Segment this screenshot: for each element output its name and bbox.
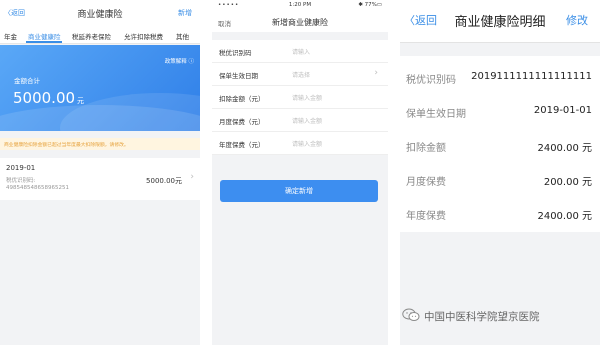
tab-deductible-taxes[interactable]: 允许扣除税费 bbox=[124, 31, 163, 41]
health-insurance-detail-screen: 〈返回 商业健康险明细 修改 税优识别码 2019111111111111111… bbox=[400, 0, 600, 345]
add-button[interactable]: 新增 bbox=[178, 8, 192, 18]
watermark: 中国中医科学院望京医院 bbox=[400, 305, 600, 327]
detail-key: 月度保费 bbox=[406, 177, 446, 188]
tab-health-insurance[interactable]: 商业健康险 bbox=[28, 31, 61, 41]
deduction-amount-field[interactable]: 扣除金额（元） 请输入金额 bbox=[212, 86, 388, 109]
field-label: 月度保费（元） bbox=[219, 118, 265, 126]
field-label: 保单生效日期 bbox=[219, 72, 258, 80]
status-bar: ••••• 1:20 PM ✱ 77%▭ bbox=[212, 0, 388, 12]
wechat-icon bbox=[402, 308, 420, 321]
total-amount-label: 金额合计 bbox=[14, 77, 40, 85]
detail-value: 2400.00 元 bbox=[537, 211, 592, 222]
detail-key: 税优识别码 bbox=[406, 75, 456, 86]
chevron-right-icon: › bbox=[374, 68, 378, 78]
detail-row-monthly-premium: 月度保费 200.00 元 bbox=[400, 164, 600, 194]
nav-bar: 取消 新增商业健康险 bbox=[212, 12, 388, 32]
policy-explanation-link[interactable]: 政策解释 ⓘ bbox=[165, 57, 194, 65]
annual-premium-field[interactable]: 年度保费（元） 请输入金额 bbox=[212, 132, 388, 155]
chevron-right-icon: › bbox=[190, 172, 194, 182]
battery-icon: ✱ 77%▭ bbox=[358, 2, 382, 8]
nav-bar: 〈返回 商业健康险 新增 bbox=[0, 0, 200, 28]
detail-key: 年度保费 bbox=[406, 211, 446, 222]
total-amount-number: 5000.00 bbox=[13, 89, 76, 107]
field-label: 扣除金额（元） bbox=[219, 95, 265, 103]
record-code-label: 税优识别码: bbox=[6, 178, 36, 184]
nav-bar: 〈返回 商业健康险明细 修改 bbox=[400, 0, 600, 43]
detail-key: 扣除金额 bbox=[406, 143, 446, 154]
annual-premium-input[interactable]: 请输入金额 bbox=[292, 139, 322, 148]
monthly-premium-field[interactable]: 月度保费（元） 请输入金额 bbox=[212, 109, 388, 132]
record-code-value: 498548548658965251 bbox=[6, 185, 69, 191]
edit-button[interactable]: 修改 bbox=[566, 12, 588, 28]
tab-other[interactable]: 其他 bbox=[176, 31, 189, 41]
detail-list: 税优识别码 2019111111111111111 保单生效日期 2019-01… bbox=[400, 56, 600, 232]
page-title: 商业健康险 bbox=[77, 10, 123, 20]
detail-value: 2400.00 元 bbox=[537, 143, 592, 154]
record-amount: 5000.00元 bbox=[146, 177, 182, 185]
monthly-premium-input[interactable]: 请输入金额 bbox=[292, 116, 322, 125]
confirm-add-button[interactable]: 确定新增 bbox=[220, 180, 378, 202]
page-title: 新增商业健康险 bbox=[272, 18, 328, 27]
deduction-amount-input[interactable]: 请输入金额 bbox=[292, 93, 322, 102]
detail-value: 2019111111111111111 bbox=[471, 71, 592, 82]
effective-date-picker[interactable]: 请选择 bbox=[292, 70, 310, 79]
add-insurance-form: 税优识别码 请输入 保单生效日期 请选择 › 扣除金额（元） 请输入金额 月度保… bbox=[212, 40, 388, 155]
detail-value: 200.00 元 bbox=[543, 177, 592, 188]
record-date: 2019-01 bbox=[6, 164, 36, 172]
active-tab-indicator bbox=[26, 41, 62, 43]
health-insurance-list-screen: 〈返回 商业健康险 新增 年金 商业健康险 税延养老保险 允许扣除税费 其他 政… bbox=[0, 0, 200, 345]
effective-date-field[interactable]: 保单生效日期 请选择 › bbox=[212, 63, 388, 86]
total-amount-value: 5000.00 元 bbox=[13, 89, 84, 107]
add-health-insurance-screen: ••••• 1:20 PM ✱ 77%▭ 取消 新增商业健康险 税优识别码 请输… bbox=[212, 0, 388, 345]
total-amount-unit: 元 bbox=[77, 97, 85, 105]
tab-annuity[interactable]: 年金 bbox=[4, 31, 17, 41]
tab-tax-deferred-pension[interactable]: 税延养老保险 bbox=[72, 31, 111, 41]
warning-notice: 商业健康险扣除金额已超过当年度最大扣除限额，请修改。 bbox=[0, 138, 200, 150]
field-label: 税优识别码 bbox=[219, 49, 252, 57]
watermark-text: 中国中医科学院望京医院 bbox=[424, 311, 540, 323]
tax-code-input[interactable]: 请输入 bbox=[292, 47, 310, 56]
detail-row-deduction-amount: 扣除金额 2400.00 元 bbox=[400, 130, 600, 160]
field-label: 年度保费（元） bbox=[219, 141, 265, 149]
detail-row-tax-code: 税优识别码 2019111111111111111 bbox=[400, 62, 600, 92]
detail-row-effective-date: 保单生效日期 2019-01-01 bbox=[400, 96, 600, 126]
tax-code-field[interactable]: 税优识别码 请输入 bbox=[212, 40, 388, 63]
total-amount-banner: 政策解释 ⓘ 金额合计 5000.00 元 bbox=[0, 45, 200, 131]
category-tabs: 年金 商业健康险 税延养老保险 允许扣除税费 其他 bbox=[0, 28, 200, 44]
detail-row-annual-premium: 年度保费 2400.00 元 bbox=[400, 198, 600, 228]
detail-value: 2019-01-01 bbox=[533, 105, 592, 116]
list-item[interactable]: 2019-01 税优识别码: 498548548658965251 5000.0… bbox=[0, 158, 200, 200]
detail-key: 保单生效日期 bbox=[406, 109, 466, 120]
